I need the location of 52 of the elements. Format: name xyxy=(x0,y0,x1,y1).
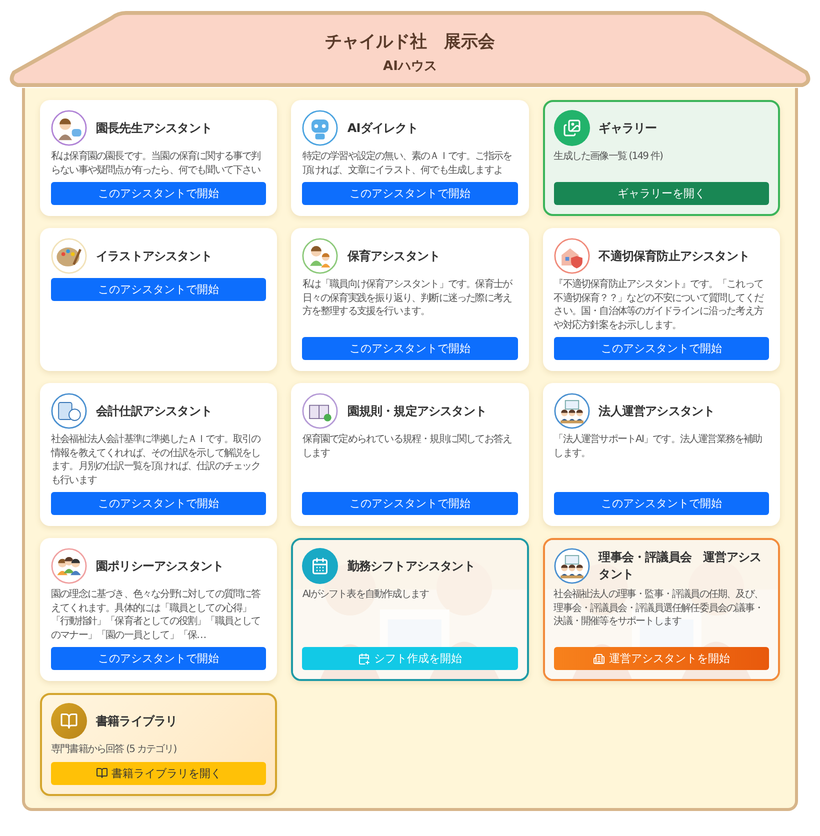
card-title: イラストアシスタント xyxy=(96,248,212,264)
calendar-plus-icon xyxy=(358,652,370,664)
card-description: 園の理念に基づき、色々な分野に対しての質問に答えてくれます。具体的には「職員としての心得」「行動指針」「保育者としての役割」「職員としてのマナー」「園の一員として」「保… xyxy=(51,588,262,642)
start-button[interactable]: ギャラリーを開く xyxy=(554,182,769,205)
start-button[interactable]: このアシスタントで開始 xyxy=(554,337,769,360)
start-button[interactable]: このアシスタントで開始 xyxy=(51,182,266,205)
building-icon xyxy=(592,652,605,664)
palette-icon xyxy=(51,238,87,274)
card-description: 専門書籍から回答 (5 カテゴリ) xyxy=(51,743,178,756)
start-button[interactable]: このアシスタントで開始 xyxy=(554,492,769,515)
book-icon xyxy=(51,703,87,739)
start-button[interactable]: このアシスタントで開始 xyxy=(302,182,518,205)
card-title: 理事会・評議員会 運営アシスタント xyxy=(598,549,762,583)
card-title: 園規則・規定アシスタント xyxy=(347,402,487,420)
card-title: 書籍ライブラリ xyxy=(96,712,178,730)
card-description: 「法人運営サポートAI」です。法人運営業務を補助します。 xyxy=(554,433,763,460)
card-description: AIがシフト表を自動作成します xyxy=(302,588,430,602)
card-description: 私は「職員向け保育アシスタント」です。保育士が日々の保育実践を振り返り、判断に迷った際に考え方を整理する支援を行います。 xyxy=(302,278,514,319)
images-icon xyxy=(554,110,590,146)
page-title: チャイルド社 展示会 xyxy=(325,30,495,52)
family-icon xyxy=(51,548,87,584)
start-button[interactable]: このアシスタントで開始 xyxy=(51,278,266,301)
card-title: 法人運営アシスタント xyxy=(598,402,715,420)
start-button[interactable]: 書籍ライブラリを開く xyxy=(51,762,266,784)
card-description: 生成した画像一覧 (149 件) xyxy=(554,150,664,164)
card-title: 会計仕訳アシスタント xyxy=(96,402,212,420)
card-description: 社会福祉法人会計基準に準拠したＡＩです。取引の情報を教えてくれれば、その仕訳を示して解説をします。月別の仕訳一覧を頂ければ、仕訳のチェックも行います xyxy=(51,433,262,487)
start-button[interactable]: このアシスタントで開始 xyxy=(51,647,266,670)
start-button[interactable]: このアシスタントで開始 xyxy=(302,337,518,360)
card-title: 勤務シフトアシスタント xyxy=(347,558,475,574)
adult-child-icon xyxy=(302,238,338,274)
card-description: 社会福祉法人の理事・監事・評議員の任期、及び、理事会・評議員会・評議員選任解任委員会の議事・決議・開催等をサポートします xyxy=(554,588,764,629)
page-subtitle: AIハウス xyxy=(383,58,437,74)
card-description: 保育園で定められている規程・規則に関してお答えします xyxy=(302,433,513,460)
card-title: ギャラリー xyxy=(598,120,657,136)
start-button[interactable]: このアシスタントで開始 xyxy=(302,492,518,515)
person-robot-icon xyxy=(51,110,87,146)
card-description: 私は保育園の園長です。当園の保育に関する事で判らない事や疑問点が有ったら、何でも聞いて下さい xyxy=(51,150,262,177)
card-description: 特定の学習や設定の無い、素のＡＩです。ご指示を頂ければ、文章にイラスト、何でも生成しますよ xyxy=(302,150,513,177)
card-title: 不適切保育防止アシスタント xyxy=(598,248,750,264)
card-description: 『不適切保育防止アシスタント』です。「これって不適切保育？？」などの不安について質問してください。国・自治体等のガイドラインに沿った考え方や対応方針案をお示しします。 xyxy=(554,278,764,332)
start-button[interactable]: 運営アシスタントを開始 xyxy=(554,647,769,670)
start-button[interactable]: このアシスタントで開始 xyxy=(51,492,266,515)
robot-icon xyxy=(302,110,338,146)
meeting-icon xyxy=(554,393,590,429)
card-title: 園長先生アシスタント xyxy=(96,120,212,136)
card-title: 保育アシスタント xyxy=(347,248,440,264)
school-shield-icon xyxy=(554,238,590,274)
card-title: 園ポリシーアシスタント xyxy=(96,558,224,574)
card-title: AIダイレクト xyxy=(347,120,418,136)
meeting-icon xyxy=(554,548,590,584)
book-icon xyxy=(96,767,108,779)
